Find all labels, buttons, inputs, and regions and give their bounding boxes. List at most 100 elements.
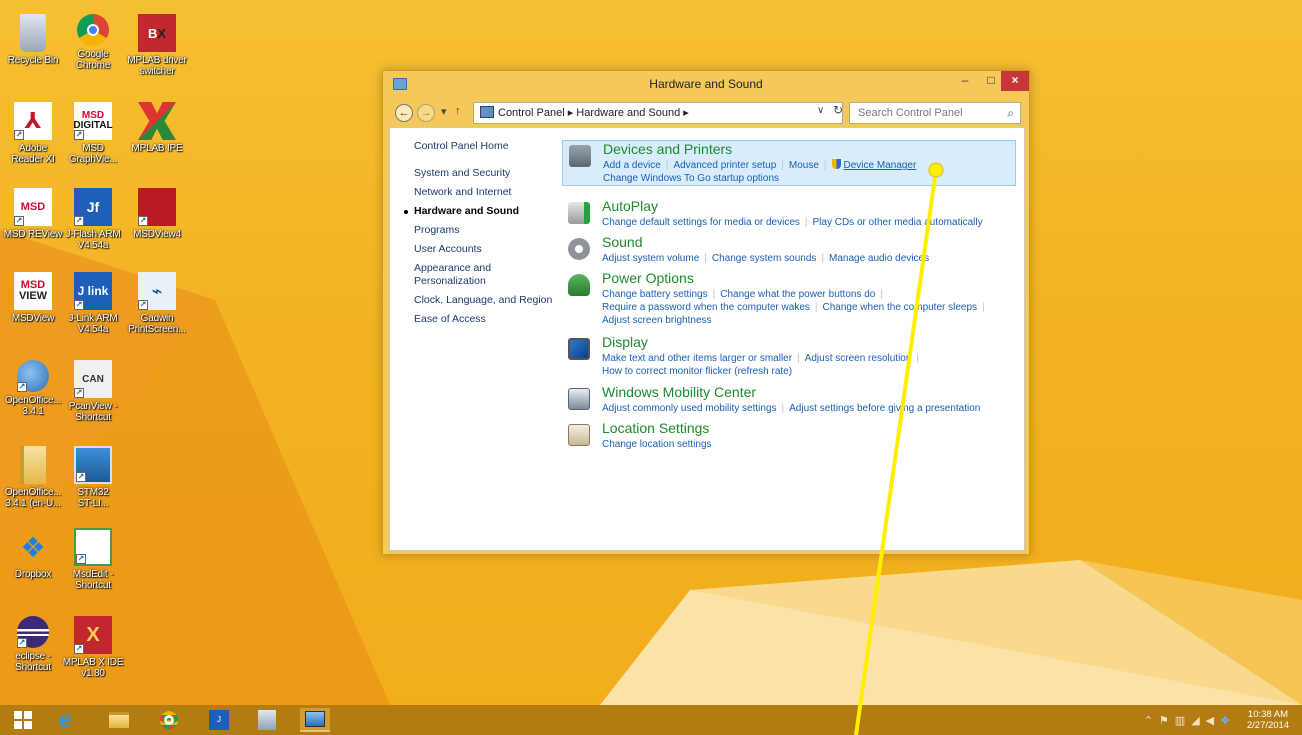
up-button[interactable]: ↑ bbox=[455, 105, 461, 117]
link-text-size[interactable]: Make text and other items larger or smal… bbox=[602, 353, 792, 364]
link-adjust-volume[interactable]: Adjust system volume bbox=[602, 253, 699, 264]
recent-locations-button[interactable]: ▾ bbox=[441, 105, 447, 118]
monitor-icon bbox=[568, 338, 590, 360]
address-dropdown-button[interactable]: ∨ bbox=[817, 105, 824, 116]
link-monitor-flicker[interactable]: How to correct monitor flicker (refresh … bbox=[602, 365, 1012, 378]
link-windows-to-go[interactable]: Change Windows To Go startup options bbox=[603, 172, 1013, 185]
refresh-button[interactable]: ↻ bbox=[833, 103, 843, 117]
file-explorer-icon bbox=[109, 712, 129, 728]
minimize-button[interactable]: – bbox=[952, 71, 978, 91]
flag-icon[interactable]: ⚑ bbox=[1159, 715, 1175, 727]
desktop-icon-stm32[interactable]: ↗ STM32 ST-LI... bbox=[62, 440, 124, 526]
chevron-up-icon[interactable]: ⌃ bbox=[1144, 715, 1159, 727]
category-title[interactable]: Devices and Printers bbox=[603, 141, 732, 157]
link-mobility-settings[interactable]: Adjust commonly used mobility settings bbox=[602, 403, 777, 414]
desktop: Recycle Bin Google Chrome BX MPLAB drive… bbox=[0, 0, 1302, 735]
link-screen-brightness[interactable]: Adjust screen brightness bbox=[602, 314, 1012, 327]
desktop-icon-eclipse[interactable]: ↗ eclipse - Shortcut bbox=[2, 610, 64, 696]
link-autoplay-defaults[interactable]: Change default settings for media or dev… bbox=[602, 217, 800, 228]
category-title[interactable]: Windows Mobility Center bbox=[602, 384, 756, 400]
link-mouse[interactable]: Mouse bbox=[789, 160, 819, 171]
category-title[interactable]: Location Settings bbox=[602, 420, 709, 436]
control-panel-icon bbox=[305, 711, 325, 727]
desktop-icon-mplab-driver-switcher[interactable]: BX MPLAB driver switcher bbox=[126, 8, 188, 94]
link-presentation-settings[interactable]: Adjust settings before giving a presenta… bbox=[789, 403, 980, 414]
msdedit-icon: ↗ bbox=[74, 528, 112, 566]
link-battery-settings[interactable]: Change battery settings bbox=[602, 289, 708, 300]
link-add-device[interactable]: Add a device bbox=[603, 160, 661, 171]
desktop-icon-adobe-reader[interactable]: ⅄ ↗ Adobe Reader XI bbox=[2, 96, 64, 182]
desktop-icon-msdview[interactable]: MSD VIEW MSDView bbox=[2, 266, 64, 352]
desktop-icon-pcanview[interactable]: CAN ↗ PcanView - Shortcut bbox=[62, 354, 124, 440]
desktop-icon-msd-graphview[interactable]: MSD DIGITAL ↗ MSD GraphVie... bbox=[62, 96, 124, 182]
category-links: Adjust system volume | Change system sound… bbox=[602, 253, 930, 264]
link-sleep-settings[interactable]: Change when the computer sleeps bbox=[823, 302, 978, 313]
desktop-icon-openoffice-folder[interactable]: OpenOffice... 3.4.1 (en-U... bbox=[2, 440, 64, 526]
taskbar-file-explorer[interactable] bbox=[104, 708, 134, 732]
network-icon[interactable]: ▥ bbox=[1175, 715, 1191, 727]
link-screen-resolution[interactable]: Adjust screen resolution bbox=[805, 353, 912, 364]
breadcrumb[interactable]: Control Panel ▸ Hardware and Sound ▸ bbox=[498, 107, 689, 119]
desktop-icon-jflash-arm[interactable]: Jf ↗ J-Flash ARM V4.54a bbox=[62, 182, 124, 268]
forward-button[interactable]: → bbox=[417, 104, 435, 122]
desktop-icon-mplab-ipe[interactable]: MPLAB IPE bbox=[126, 96, 188, 182]
nav-control-panel-home[interactable]: Control Panel Home bbox=[414, 140, 554, 153]
desktop-icon-gadwin-printscreen[interactable]: ⌁ ↗ Gadwin PrintScreen... bbox=[126, 266, 188, 352]
volume-icon[interactable]: ◀ bbox=[1206, 715, 1220, 727]
location-icon bbox=[568, 424, 590, 446]
start-button[interactable] bbox=[8, 708, 38, 732]
link-change-sounds[interactable]: Change system sounds bbox=[712, 253, 817, 264]
nav-system-and-security[interactable]: System and Security bbox=[414, 167, 554, 180]
nav-clock-language-region[interactable]: Clock, Language, and Region bbox=[414, 294, 554, 307]
clock[interactable]: 10:38 AM 2/27/2014 bbox=[1240, 709, 1296, 731]
nav-network-and-internet[interactable]: Network and Internet bbox=[414, 186, 554, 199]
dropbox-tray-icon[interactable]: ❖ bbox=[1220, 715, 1236, 727]
link-require-password[interactable]: Require a password when the computer wak… bbox=[602, 302, 810, 313]
link-power-buttons[interactable]: Change what the power buttons do bbox=[720, 289, 875, 300]
category-title[interactable]: Sound bbox=[602, 234, 642, 250]
search-input[interactable]: Search Control Panel ⌕ bbox=[849, 102, 1021, 124]
desktop-icon-label: MSDView4 bbox=[133, 229, 181, 240]
taskbar-control-panel[interactable] bbox=[300, 708, 330, 732]
nav-ease-of-access[interactable]: Ease of Access bbox=[414, 313, 554, 326]
link-play-cds[interactable]: Play CDs or other media automatically bbox=[813, 217, 983, 228]
link-change-location[interactable]: Change location settings bbox=[602, 438, 1012, 451]
close-button[interactable]: × bbox=[1001, 71, 1029, 91]
signal-icon[interactable]: ◢ bbox=[1191, 715, 1205, 727]
mplab-driver-switcher-icon: BX bbox=[138, 14, 176, 52]
nav-appearance-and-personalization[interactable]: Appearance and Personalization bbox=[414, 262, 554, 288]
desktop-icon-label: eclipse - Shortcut bbox=[15, 651, 51, 673]
address-field[interactable]: Control Panel ▸ Hardware and Sound ▸ bbox=[473, 102, 843, 124]
link-manage-audio[interactable]: Manage audio devices bbox=[829, 253, 929, 264]
desktop-icon-msdedit[interactable]: ↗ MsdEdit - Shortcut bbox=[62, 522, 124, 608]
nav-user-accounts[interactable]: User Accounts bbox=[414, 243, 554, 256]
shield-icon bbox=[831, 159, 841, 169]
desktop-icon-label: J-Flash ARM V4.54a bbox=[65, 229, 121, 251]
category-links: Make text and other items larger or smal… bbox=[602, 352, 1012, 378]
back-button[interactable]: ← bbox=[395, 104, 413, 122]
link-advanced-printer-setup[interactable]: Advanced printer setup bbox=[673, 160, 776, 171]
nav-hardware-and-sound[interactable]: Hardware and Sound bbox=[404, 205, 554, 218]
category-title[interactable]: AutoPlay bbox=[602, 198, 658, 214]
taskbar-chrome[interactable] bbox=[154, 708, 184, 732]
desktop-icon-msd-review[interactable]: MSD ↗ MSD REView bbox=[2, 182, 64, 268]
taskbar-internet-explorer[interactable]: e bbox=[50, 707, 80, 732]
desktop-icon-recycle-bin[interactable]: Recycle Bin bbox=[2, 8, 64, 94]
desktop-icon-mplab-x-ide[interactable]: X ↗ MPLAB X IDE v1.80 bbox=[62, 610, 124, 696]
autoplay-icon bbox=[568, 202, 590, 224]
category-title[interactable]: Display bbox=[602, 334, 648, 350]
power-icon bbox=[568, 274, 590, 296]
link-device-manager[interactable]: Device Manager bbox=[844, 160, 917, 171]
desktop-icon-msdview4[interactable]: ↗ MSDView4 bbox=[126, 182, 188, 268]
mplab-x-ide-icon: X ↗ bbox=[74, 616, 112, 654]
desktop-icon-dropbox[interactable]: ❖ Dropbox bbox=[2, 522, 64, 608]
taskbar-app[interactable] bbox=[252, 708, 282, 732]
desktop-icon-openoffice[interactable]: ↗ OpenOffice... 3.4.1 bbox=[2, 354, 64, 440]
taskbar-jlink-server[interactable]: J bbox=[204, 708, 234, 732]
desktop-icon-chrome[interactable]: Google Chrome bbox=[62, 8, 124, 94]
desktop-icon-jlink-arm[interactable]: J link ↗ J-Link ARM V4.54a bbox=[62, 266, 124, 352]
category-title[interactable]: Power Options bbox=[602, 270, 694, 286]
window-titlebar[interactable]: Hardware and Sound – □ × bbox=[383, 71, 1029, 99]
search-icon[interactable]: ⌕ bbox=[1007, 103, 1014, 123]
nav-programs[interactable]: Programs bbox=[414, 224, 554, 237]
